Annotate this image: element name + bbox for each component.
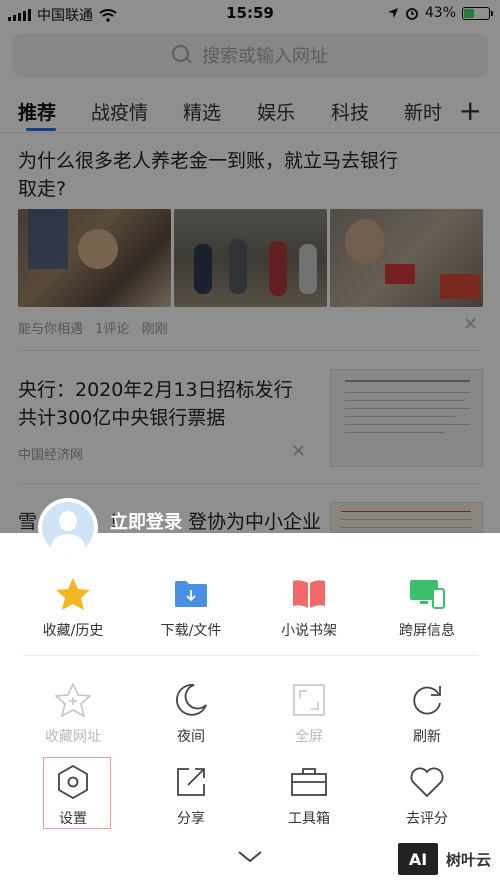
watermark-logo: AI (398, 843, 438, 875)
menu-downloads-files[interactable]: 下载/文件 (141, 574, 241, 640)
menu-label: 去评分 (406, 811, 448, 827)
settings-icon (58, 765, 88, 799)
menu-label: 设置 (59, 811, 87, 827)
menu-refresh[interactable]: 刷新 (377, 680, 477, 746)
menu-toolbox[interactable]: 工具箱 (259, 762, 359, 828)
menu-label: 夜间 (177, 729, 205, 745)
book-icon (293, 580, 325, 608)
menu-fullscreen[interactable]: 全屏 (259, 680, 359, 746)
menu-favorites-history[interactable]: 收藏/历史 (23, 574, 123, 640)
menu-label: 收藏/历史 (42, 623, 104, 639)
fullscreen-icon (293, 684, 325, 716)
star-icon (56, 578, 90, 610)
default-avatar-icon (42, 502, 94, 554)
menu-label: 下载/文件 (160, 623, 222, 639)
menu-label: 全屏 (295, 729, 323, 745)
menu-settings[interactable]: 设置 (23, 762, 123, 828)
menu-bookmark-url[interactable]: 收藏网址 (23, 680, 123, 746)
menu-night-mode[interactable]: 夜间 (141, 680, 241, 746)
cross-screen-icon (410, 580, 445, 609)
menu-novel-shelf[interactable]: 小说书架 (259, 574, 359, 640)
menu-label: 小说书架 (281, 623, 337, 639)
menu-label: 分享 (177, 811, 205, 827)
add-bookmark-icon (55, 683, 91, 717)
menu-cross-screen[interactable]: 跨屏信息 (377, 574, 477, 640)
download-folder-icon (175, 581, 207, 607)
heart-icon (410, 767, 444, 798)
login-link[interactable]: 立即登录 (110, 508, 182, 534)
moon-icon (176, 683, 207, 716)
menu-label: 工具箱 (288, 811, 330, 827)
dim-overlay[interactable] (0, 0, 500, 533)
share-icon (177, 768, 205, 796)
menu-share[interactable]: 分享 (141, 762, 241, 828)
watermark: AI 树叶云 (398, 842, 491, 876)
watermark-text: 树叶云 (446, 850, 492, 869)
menu-label: 收藏网址 (45, 729, 101, 745)
menu-divider (22, 655, 478, 656)
toolbox-icon (291, 768, 327, 796)
refresh-icon (413, 686, 441, 715)
avatar[interactable] (38, 498, 98, 558)
menu-rate[interactable]: 去评分 (377, 762, 477, 828)
chevron-down-icon[interactable] (237, 850, 263, 864)
menu-label: 刷新 (413, 729, 441, 745)
menu-label: 跨屏信息 (399, 623, 455, 639)
